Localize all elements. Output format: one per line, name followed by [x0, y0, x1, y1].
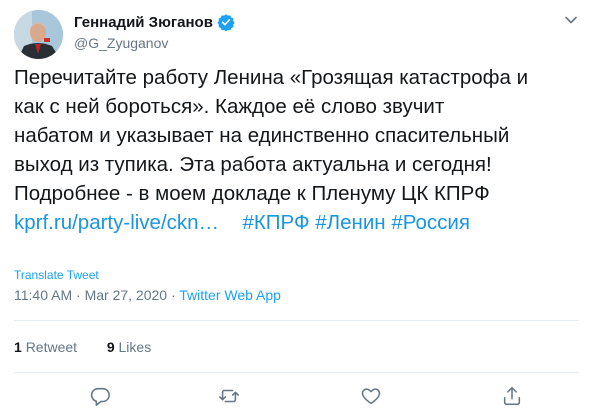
retweets-stat[interactable]: 1 Retweet — [14, 339, 77, 355]
tweet-line: как с ней бороться». Каждое её слово зву… — [14, 95, 445, 118]
hashtag-lenin[interactable]: #Ленин — [315, 211, 385, 234]
avatar[interactable] — [14, 10, 63, 59]
likes-count: 9 — [106, 339, 115, 355]
tweet-source-app[interactable]: Twitter Web App — [179, 287, 281, 303]
meta-separator: · — [76, 287, 81, 303]
hashtag-kprf[interactable]: #КПРФ — [242, 211, 309, 234]
divider — [14, 320, 579, 321]
share-icon[interactable] — [501, 385, 523, 407]
translate-tweet-link[interactable]: Translate Tweet — [14, 268, 99, 282]
tweet-time[interactable]: 11:40 AM — [14, 287, 72, 303]
hashtag-russia[interactable]: #Россия — [391, 211, 470, 234]
tweet-line: Перечитайте работу Ленина «Грозящая ката… — [14, 66, 529, 89]
tweet-line: набатом и указывает на единственно спаси… — [14, 124, 510, 147]
author-name[interactable]: Геннадий Зюганов — [74, 14, 213, 31]
retweets-label: Retweet — [25, 339, 78, 355]
likes-stat[interactable]: 9 Likes — [107, 339, 151, 355]
verified-icon — [217, 13, 235, 32]
chevron-down-icon[interactable] — [563, 12, 579, 28]
divider — [14, 372, 579, 373]
tweet-link[interactable]: kprf.ru/party-live/ckn… — [14, 211, 219, 234]
tweet-meta: 11:40 AM · Mar 27, 2020 · Twitter Web Ap… — [14, 287, 281, 303]
tweet-links-line: kprf.ru/party-live/ckn… #КПРФ #Ленин #Ро… — [14, 208, 584, 237]
tweet-text: Перечитайте работу Ленина «Грозящая ката… — [14, 63, 584, 237]
retweet-icon[interactable] — [218, 385, 240, 407]
meta-separator: · — [170, 287, 176, 303]
tweet-line: Подробнее - в моем докладе к Пленуму ЦК … — [14, 182, 490, 205]
tweet-line: выход из тупика. Эта работа актуальна и … — [14, 153, 492, 176]
like-icon[interactable] — [360, 385, 382, 407]
reply-icon[interactable] — [89, 385, 111, 407]
author-block: Геннадий Зюганов @G_Zyuganov — [74, 12, 235, 51]
author-handle[interactable]: @G_Zyuganov — [74, 35, 235, 51]
tweet-date[interactable]: Mar 27, 2020 — [85, 287, 168, 303]
likes-label: Likes — [118, 339, 152, 355]
tweet-actions — [0, 385, 593, 409]
retweets-count: 1 — [14, 339, 22, 355]
tweet-stats: 1 Retweet 9 Likes — [14, 339, 151, 355]
